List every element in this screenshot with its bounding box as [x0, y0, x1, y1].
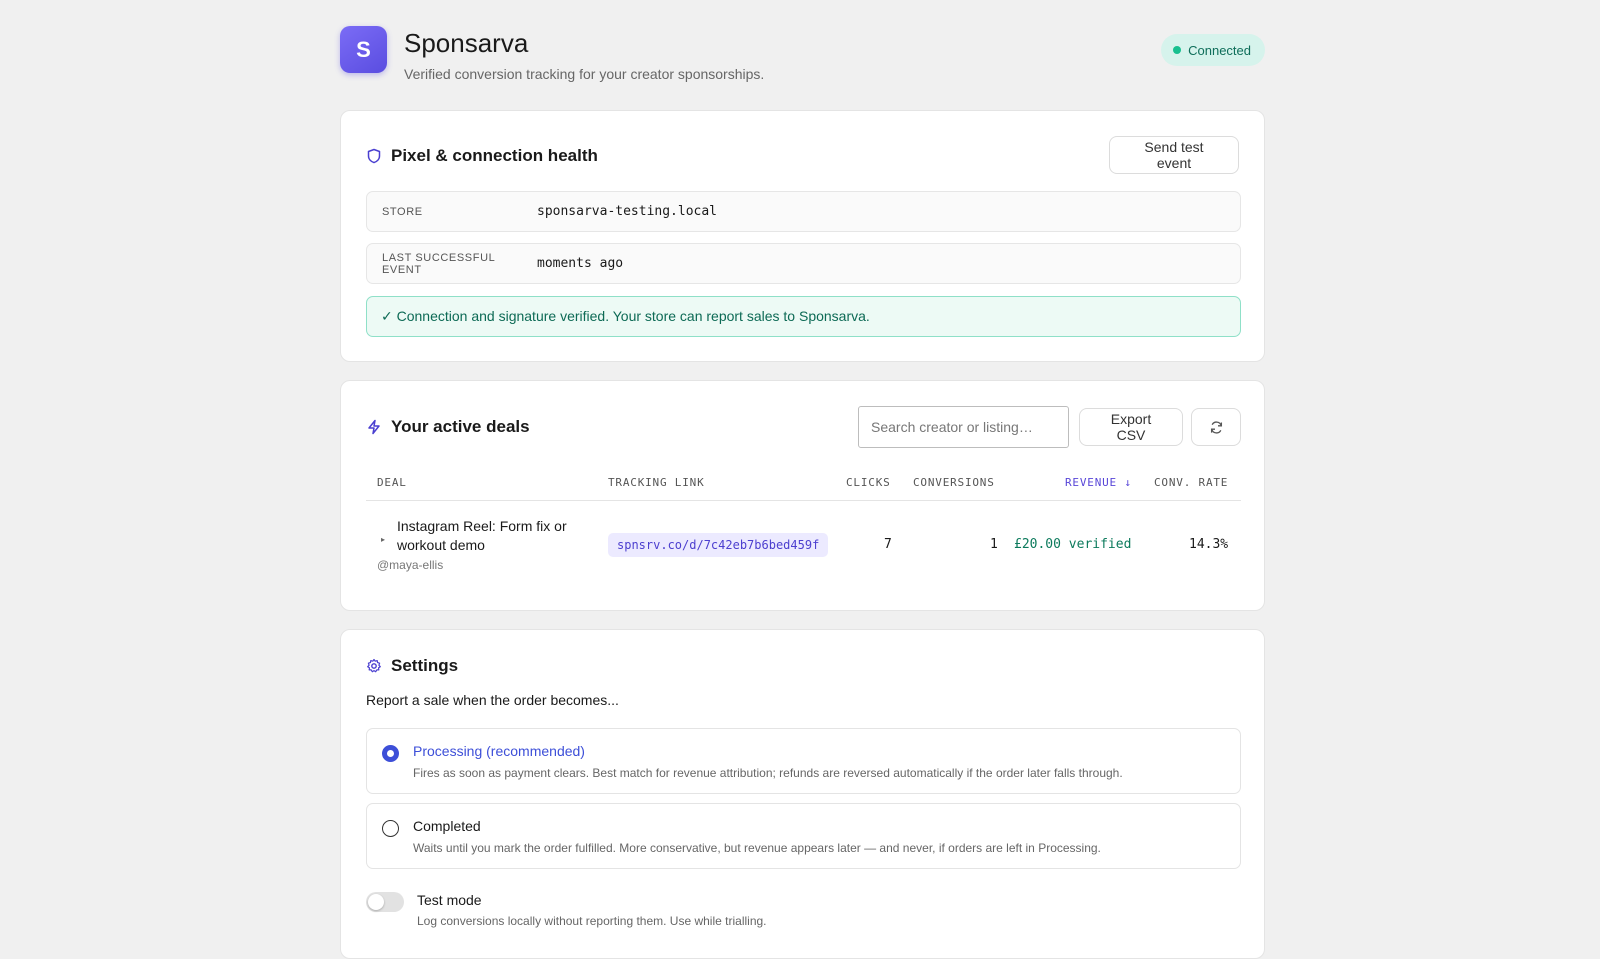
app-header: S Sponsarva Verified conversion tracking…: [340, 0, 1265, 110]
column-clicks[interactable]: CLICKS: [846, 476, 891, 489]
processing-radio[interactable]: [382, 745, 399, 762]
export-csv-button[interactable]: Export CSV: [1079, 408, 1183, 446]
page: S Sponsarva Verified conversion tracking…: [340, 0, 1265, 959]
completed-description: Waits until you mark the order fulfilled…: [413, 841, 1101, 855]
refresh-icon: [1210, 420, 1222, 434]
last-event-label: LAST SUCCESSFUL EVENT: [382, 251, 495, 276]
store-value: sponsarva-testing.local: [537, 204, 718, 219]
settings-card: Settings Report a sale when the order be…: [340, 629, 1265, 959]
health-title-text: Pixel & connection health: [391, 146, 598, 165]
verification-banner: ✓ Connection and signature verified. You…: [366, 296, 1241, 337]
last-event-row: LAST SUCCESSFUL EVENT moments ago: [366, 243, 1241, 284]
store-label: STORE: [382, 205, 423, 218]
deals-card-title: Your active deals: [366, 417, 530, 437]
processing-label: Processing (recommended): [413, 743, 585, 759]
connection-health-card: Pixel & connection health Send test even…: [340, 110, 1265, 362]
shield-icon: [367, 148, 381, 164]
settings-title-text: Settings: [391, 656, 459, 675]
tracking-link-chip[interactable]: spnsrv.co/d/7c42eb7b6bed459f: [608, 533, 829, 557]
app-logo: S: [340, 26, 387, 73]
toggle-knob: [368, 894, 384, 910]
option-completed[interactable]: Completed Waits until you mark the order…: [366, 803, 1241, 869]
health-card-title: Pixel & connection health: [366, 146, 598, 166]
column-deal[interactable]: DEAL: [377, 476, 407, 489]
completed-radio[interactable]: [382, 820, 399, 837]
processing-description: Fires as soon as payment clears. Best ma…: [413, 766, 1123, 780]
test-mode-label: Test mode: [417, 892, 482, 908]
clicks-value: 7: [884, 537, 892, 552]
refresh-button[interactable]: [1191, 408, 1241, 446]
test-mode-description: Log conversions locally without reportin…: [417, 914, 767, 928]
deals-table-header: DEAL TRACKING LINK CLICKS CONVERSIONS RE…: [366, 463, 1241, 501]
app-title: Sponsarva: [404, 28, 529, 58]
creator-handle: @maya-ellis: [377, 558, 444, 572]
column-conversions[interactable]: CONVERSIONS: [913, 476, 995, 489]
deal-title: Instagram Reel: Form fix or workout demo: [397, 518, 567, 553]
test-mode-toggle[interactable]: [366, 892, 404, 912]
deal-search-input[interactable]: [858, 406, 1069, 448]
active-deals-card: Your active deals Export CSV DEAL TRACKI…: [340, 380, 1265, 611]
completed-label: Completed: [413, 818, 481, 834]
connection-status-badge: Connected: [1161, 34, 1265, 66]
status-dot-icon: [1173, 46, 1182, 54]
store-row: STORE sponsarva-testing.local: [366, 191, 1241, 232]
app-subtitle: Verified conversion tracking for your cr…: [404, 66, 765, 82]
last-event-value: moments ago: [537, 256, 624, 271]
status-label: Connected: [1188, 42, 1251, 58]
conv-rate-value: 14.3%: [1189, 537, 1229, 552]
option-processing[interactable]: Processing (recommended) Fires as soon a…: [366, 728, 1241, 794]
report-sale-prompt: Report a sale when the order becomes...: [366, 692, 619, 708]
deals-title-text: Your active deals: [391, 417, 530, 436]
table-row[interactable]: ▸ Instagram Reel: Form fix or workout de…: [366, 509, 1241, 587]
column-tracking-link[interactable]: TRACKING LINK: [608, 476, 705, 489]
expand-row-icon[interactable]: ▸: [381, 535, 385, 544]
lightning-icon: [368, 419, 380, 435]
gear-icon: [367, 658, 381, 673]
settings-card-title: Settings: [366, 656, 458, 676]
column-revenue-sorted[interactable]: REVENUE ↓: [1065, 476, 1132, 489]
revenue-value: £20.00 verified: [1014, 537, 1132, 552]
send-test-event-button[interactable]: Send test event: [1109, 136, 1239, 174]
column-conv-rate[interactable]: CONV. RATE: [1154, 476, 1228, 489]
conversions-value: 1: [990, 537, 998, 552]
